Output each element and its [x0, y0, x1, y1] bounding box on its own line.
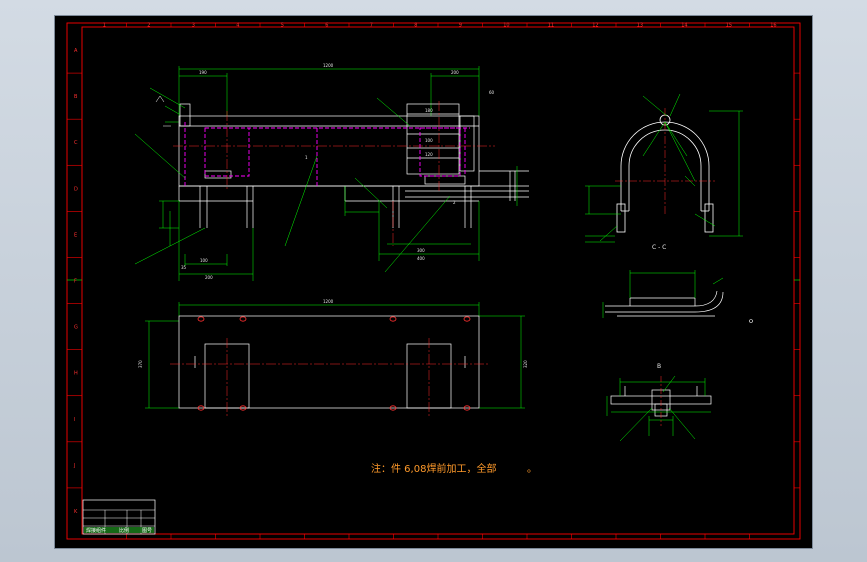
frame-zone-label: 15 [726, 23, 732, 29]
cad-drawing: 焊接组件 比例 图号 1200 190 200 60 200 100 35 30… [66, 22, 801, 540]
frame-zone-label: 12 [592, 23, 598, 29]
frame-zone-label: I [74, 417, 75, 423]
title-block-name: 焊接组件 [86, 527, 106, 534]
view-b-label: B [657, 363, 661, 370]
dim-left-a: 190 [199, 70, 207, 75]
dim-right-a: 200 [451, 70, 459, 75]
part-detail [602, 270, 753, 323]
frame-zone-label: 10 [503, 23, 509, 29]
frame-zone-label: 9 [459, 23, 462, 29]
drawing-frame [66, 22, 801, 540]
frame-zone-label: E [74, 232, 77, 238]
dim-inner-a: 180 [425, 108, 433, 113]
frame-zone-label: J [73, 463, 75, 469]
dim-inner-b: 100 [425, 138, 433, 143]
dim-plan-overall: 1200 [323, 299, 334, 304]
frame-zone-label: 3 [192, 23, 195, 29]
frame-zone-label: 4 [236, 23, 239, 29]
note-text: 注：件 6,08焊前加工，全部 [371, 462, 496, 475]
title-block-scale: 比例 [119, 527, 129, 534]
dim-inner-c: 120 [425, 152, 433, 157]
frame-zone-label: A [74, 48, 78, 54]
dim-plan-height-left: 370 [138, 360, 143, 368]
frame-ticks [67, 23, 800, 539]
frame-zone-label: K [74, 509, 78, 515]
frame-zone-label: D [74, 186, 78, 192]
section-cc: C - C [585, 93, 743, 251]
frame-zone-label: G [74, 325, 78, 331]
dim-left-b: 100 [200, 258, 208, 263]
plan-view: 1200 370 320 [138, 299, 528, 416]
frame-zone-label: 16 [770, 23, 776, 29]
title-block: 焊接组件 比例 图号 [82, 499, 156, 535]
dim-left-d: 35 [181, 265, 187, 270]
note-dot: 。 [527, 464, 537, 475]
dim-right-c: 400 [417, 256, 425, 261]
title-block-number: 图号 [142, 528, 152, 534]
frame-zone-label: 14 [681, 23, 687, 29]
frame-zone-label: C [74, 140, 78, 146]
frame-zone-label: 11 [548, 23, 554, 29]
dim-overall-top: 1200 [323, 63, 334, 68]
frame-zone-label: 6 [325, 23, 328, 29]
front-view: 1200 190 200 60 200 100 35 300 400 180 1… [134, 63, 529, 281]
dim-side: 60 [489, 90, 495, 95]
frame-zone-label: 7 [370, 23, 373, 29]
frame-zone-label: 13 [637, 23, 643, 29]
drawing-note: 注：件 6,08焊前加工，全部 。 [371, 462, 537, 475]
dim-left-c: 200 [205, 275, 213, 280]
dim-right-b: 300 [417, 248, 425, 253]
section-cc-label: C - C [652, 244, 666, 251]
frame-zone-label: 8 [414, 23, 417, 29]
view-b: B [606, 363, 712, 442]
frame-zone-label: F [74, 279, 77, 285]
cad-viewport[interactable]: 焊接组件 比例 图号 1200 190 200 60 200 100 35 30… [54, 15, 813, 549]
frame-zone-label: 1 [103, 23, 106, 29]
frame-zone-label: B [74, 94, 78, 100]
frame-zone-label: H [74, 371, 78, 377]
frame-zone-label: 2 [147, 23, 150, 29]
dim-plan-height-right: 320 [523, 360, 528, 368]
frame-zone-label: 5 [281, 23, 284, 29]
label-1: 1 [305, 155, 308, 160]
